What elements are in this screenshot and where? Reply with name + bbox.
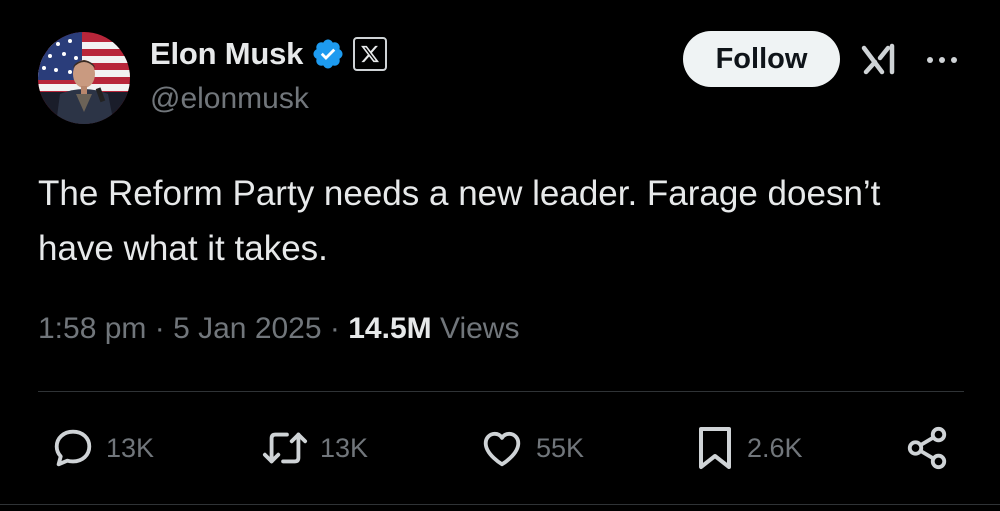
- like-count: 55K: [536, 432, 585, 463]
- follow-button[interactable]: Follow: [683, 31, 840, 87]
- views-count[interactable]: 14.5M: [348, 312, 431, 345]
- repost-button[interactable]: 13K: [260, 420, 368, 476]
- repost-icon: [262, 432, 308, 464]
- reply-icon: [54, 429, 92, 467]
- x-affiliation-icon[interactable]: [353, 37, 388, 71]
- bookmark-count: 2.6K: [747, 432, 803, 463]
- author-name[interactable]: Elon Musk: [150, 36, 303, 72]
- reply-button[interactable]: 13K: [50, 420, 154, 476]
- bottom-divider: [0, 504, 1000, 505]
- reply-count: 13K: [106, 432, 155, 463]
- verified-badge-icon[interactable]: [311, 37, 345, 71]
- share-icon: [907, 426, 947, 470]
- author-handle[interactable]: @elonmusk: [150, 82, 309, 116]
- bookmark-icon: [699, 427, 731, 469]
- divider: [38, 391, 964, 392]
- more-dots-icon[interactable]: [922, 50, 962, 70]
- share-button[interactable]: [904, 420, 950, 476]
- meta-separator: ·: [154, 312, 165, 345]
- tweet-text: The Reform Party needs a new leader. Far…: [38, 174, 881, 268]
- bookmark-button[interactable]: 2.6K: [693, 420, 803, 476]
- grok-icon[interactable]: [858, 38, 902, 82]
- tweet-meta: 1:58 pm · 5 Jan 2025 · 14.5M Views: [38, 312, 519, 346]
- author-name-row: Elon Musk: [150, 32, 388, 76]
- action-bar: 13K 13K 55K 2.6K: [38, 420, 964, 476]
- repost-count: 13K: [320, 432, 369, 463]
- meta-separator: ·: [329, 312, 340, 345]
- heart-icon: [483, 431, 521, 467]
- avatar[interactable]: [38, 32, 130, 124]
- views-label: Views: [439, 312, 520, 345]
- tweet-time[interactable]: 1:58 pm: [38, 312, 146, 345]
- tweet-date[interactable]: 5 Jan 2025: [173, 312, 321, 345]
- like-button[interactable]: 55K: [478, 420, 584, 476]
